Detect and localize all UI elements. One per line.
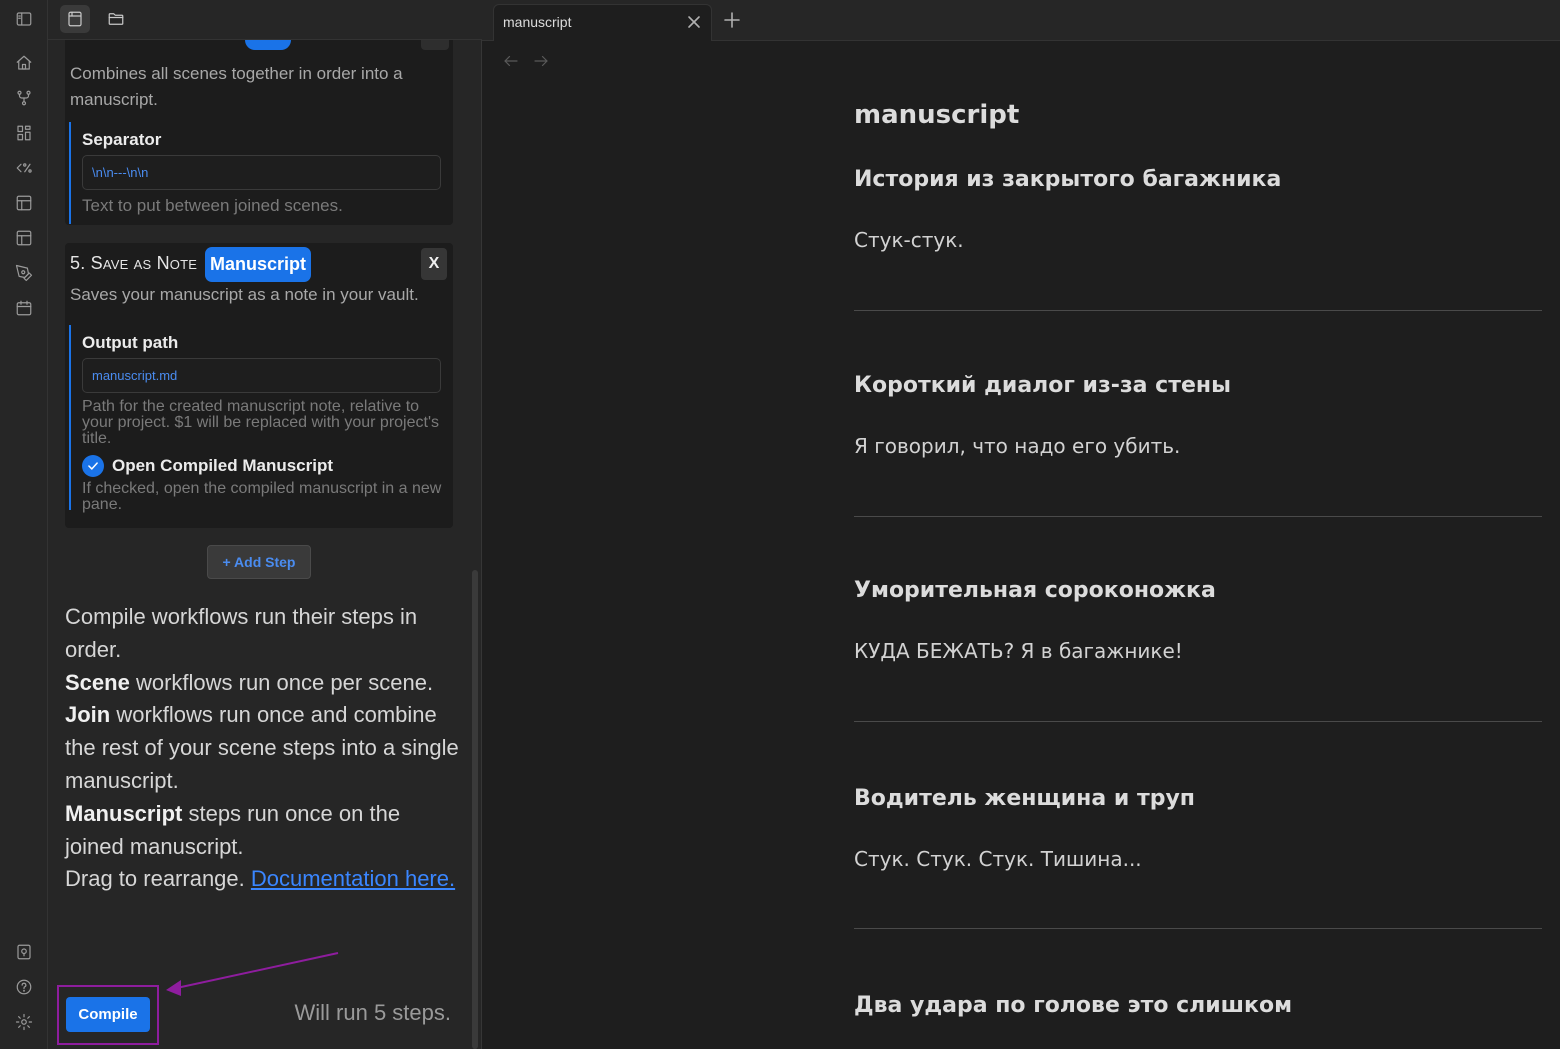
info-line-join: Join workflows run once and combine the … bbox=[65, 699, 460, 797]
separator-setting: Separator \n\n---\n\n Text to put betwee… bbox=[69, 122, 441, 224]
step-description: Saves your manuscript as a note in your … bbox=[70, 285, 419, 304]
sidebar-scrollbar[interactable] bbox=[472, 570, 478, 1049]
checkbox-help: If checked, open the compiled manuscript… bbox=[82, 480, 442, 513]
template-icon[interactable] bbox=[13, 157, 35, 179]
open-compiled-checkbox[interactable] bbox=[82, 455, 104, 477]
step-badge bbox=[245, 40, 291, 50]
scene-heading: Уморительная сороконожка bbox=[854, 578, 1216, 603]
scene-separator bbox=[854, 516, 1542, 517]
info-line-manuscript: Manuscript steps run once on the joined … bbox=[65, 798, 460, 864]
open-compiled-checkbox-row[interactable]: Open Compiled Manuscript bbox=[82, 455, 439, 477]
workflow-step-save-as-note[interactable]: 5. Save as Note Manuscript X Saves your … bbox=[65, 243, 453, 528]
remove-step-button[interactable]: X bbox=[421, 248, 447, 280]
layout-icon[interactable] bbox=[13, 192, 35, 214]
scene-section: Короткий диалог из-за стены Я говорил, ч… bbox=[854, 373, 1542, 458]
info-text: workflows run once per scene. bbox=[129, 669, 434, 695]
info-bold: Scene bbox=[65, 669, 130, 695]
scene-text: Стук. Стук. Стук. Тишина... bbox=[854, 847, 1142, 871]
scene-heading: Два удара по голове это слишком bbox=[854, 993, 1293, 1018]
settings-icon[interactable] bbox=[13, 1011, 35, 1033]
tab-title: manuscript bbox=[503, 14, 572, 30]
scene-separator bbox=[854, 928, 1542, 929]
step-badge: Manuscript bbox=[205, 247, 312, 282]
info-line-drag: Drag to rearrange. Documentation here. bbox=[65, 863, 460, 896]
info-line-scene: Scene workflows run once per scene. bbox=[65, 667, 460, 700]
scene-section: Два удара по голове это слишком bbox=[854, 993, 1542, 1018]
sidebar-header bbox=[48, 0, 482, 40]
scene-heading: Короткий диалог из-за стены bbox=[854, 373, 1231, 398]
compile-button[interactable]: Compile bbox=[66, 997, 150, 1032]
sidebar-tab-files[interactable] bbox=[60, 5, 90, 33]
files-panel-icon bbox=[68, 11, 82, 27]
run-count-text: Will run 5 steps. bbox=[294, 1000, 452, 1025]
step-title: 5. Save as Note bbox=[70, 253, 198, 273]
document-title: manuscript bbox=[854, 100, 1020, 130]
new-tab-icon[interactable] bbox=[722, 10, 742, 30]
setting-help: Text to put between joined scenes. bbox=[82, 196, 343, 215]
output-path-setting: Output path manuscript.md Path for the c… bbox=[69, 325, 442, 513]
calendar-icon[interactable] bbox=[13, 297, 35, 319]
scene-text: Стук-стук. bbox=[854, 228, 964, 252]
tab-bar: manuscript bbox=[482, 0, 1560, 41]
checkbox-label: Open Compiled Manuscript bbox=[112, 456, 334, 475]
check-icon bbox=[88, 462, 98, 470]
add-step-button[interactable]: + Add Step bbox=[207, 545, 311, 579]
tab-manuscript[interactable]: manuscript bbox=[493, 4, 712, 41]
forward-arrow-icon[interactable] bbox=[532, 52, 550, 70]
scene-section: Водитель женщина и труп Стук. Стук. Стук… bbox=[854, 786, 1542, 871]
workflow-step-join[interactable]: Combines all scenes together in order in… bbox=[65, 40, 453, 225]
scene-heading: Водитель женщина и труп bbox=[854, 786, 1195, 811]
setting-help: Path for the created manuscript note, re… bbox=[82, 398, 439, 447]
layout-alt-icon[interactable] bbox=[13, 227, 35, 249]
info-bold: Join bbox=[65, 702, 111, 728]
step-description: Combines all scenes together in order in… bbox=[70, 64, 403, 109]
setting-label: Output path bbox=[82, 333, 179, 352]
grid-icon[interactable] bbox=[13, 122, 35, 144]
scene-section: История из закрытого багажника Стук-стук… bbox=[854, 167, 1542, 252]
home-icon[interactable] bbox=[13, 52, 35, 74]
scene-text: Я говорил, что надо его убить. bbox=[854, 434, 1181, 458]
info-text: workflows run once and combine the rest … bbox=[65, 702, 459, 793]
scene-separator bbox=[854, 721, 1542, 722]
documentation-link[interactable]: Documentation here. bbox=[251, 866, 455, 891]
remove-step-button[interactable] bbox=[421, 40, 449, 50]
scene-text: КУДА БЕЖАТЬ? Я в багажнике! bbox=[854, 639, 1183, 663]
ribbon bbox=[0, 0, 48, 1049]
help-icon[interactable] bbox=[13, 976, 35, 998]
info-bold: Manuscript bbox=[65, 800, 183, 826]
folder-icon bbox=[108, 13, 124, 25]
scene-section: Уморительная сороконожка КУДА БЕЖАТЬ? Я … bbox=[854, 578, 1542, 663]
git-fork-icon[interactable] bbox=[13, 87, 35, 109]
workflow-info: Compile workflows run their steps in ord… bbox=[65, 601, 460, 896]
pen-tool-icon[interactable] bbox=[13, 262, 35, 284]
close-icon[interactable] bbox=[687, 15, 701, 29]
sidebar-tab-folder[interactable] bbox=[101, 5, 131, 33]
back-arrow-icon[interactable] bbox=[502, 52, 520, 70]
info-text: Drag to rearrange. bbox=[65, 866, 251, 892]
info-line-compile: Compile workflows run their steps in ord… bbox=[65, 604, 418, 662]
sidebar-toggle-icon[interactable] bbox=[13, 8, 35, 30]
vault-icon[interactable] bbox=[13, 941, 35, 963]
workflow-sidebar: Combines all scenes together in order in… bbox=[48, 40, 482, 1049]
scene-heading: История из закрытого багажника bbox=[854, 167, 1282, 192]
scene-separator bbox=[854, 310, 1542, 311]
output-path-input[interactable]: manuscript.md bbox=[82, 358, 441, 393]
setting-label: Separator bbox=[82, 130, 162, 149]
separator-input[interactable]: \n\n---\n\n bbox=[82, 155, 441, 190]
